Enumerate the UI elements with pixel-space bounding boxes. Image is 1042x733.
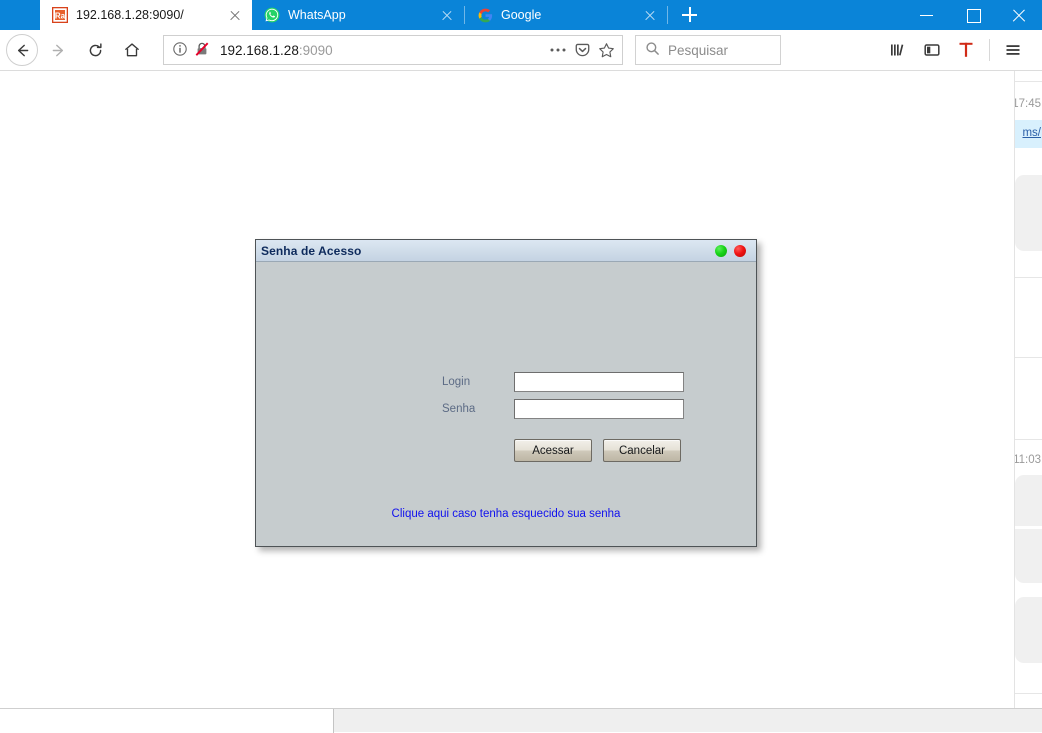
close-icon[interactable] xyxy=(436,4,458,26)
close-icon[interactable] xyxy=(639,4,661,26)
tor-icon[interactable] xyxy=(949,33,983,67)
panel-card xyxy=(1015,597,1042,663)
panel-timestamp: 17:45 xyxy=(1014,98,1041,110)
panel-divider xyxy=(1015,277,1042,278)
tab-whatsapp[interactable]: WhatsApp xyxy=(252,0,464,30)
ellipsis-icon[interactable] xyxy=(546,37,570,63)
login-input[interactable] xyxy=(514,372,684,392)
search-input-placeholder[interactable]: Pesquisar xyxy=(668,43,728,58)
panel-timestamp: 11:03 xyxy=(1014,454,1041,466)
minimize-icon[interactable] xyxy=(904,0,950,30)
senha-label: Senha xyxy=(442,403,514,415)
tab-title: 192.168.1.28:9090/ xyxy=(76,8,214,22)
red-dot-button[interactable] xyxy=(734,245,746,257)
back-arrow-icon[interactable] xyxy=(6,34,38,66)
page-viewport: Senha de Acesso Login Senha Acessar xyxy=(0,71,1014,708)
green-dot-button[interactable] xyxy=(715,245,727,257)
dialog-window-buttons xyxy=(715,245,756,257)
new-tab-button[interactable] xyxy=(668,0,710,30)
radius-app-icon: Ra xyxy=(52,7,68,23)
login-dialog: Senha de Acesso Login Senha Acessar xyxy=(255,239,757,547)
svg-text:Ra: Ra xyxy=(55,11,66,20)
dialog-titlebar: Senha de Acesso xyxy=(256,240,756,262)
whatsapp-icon xyxy=(264,7,280,23)
tabstrip-left-padding xyxy=(0,0,40,30)
home-icon[interactable] xyxy=(115,33,149,67)
tab-google[interactable]: Google xyxy=(465,0,667,30)
forward-arrow-icon xyxy=(41,33,75,67)
search-icon xyxy=(645,41,660,59)
firefox-browser-window: Ra 192.168.1.28:9090/ WhatsApp xyxy=(0,0,1042,732)
info-circle-icon[interactable] xyxy=(172,41,190,59)
panel-card xyxy=(1015,175,1042,251)
dialog-button-row: Acessar Cancelar xyxy=(514,439,681,462)
cancelar-button[interactable]: Cancelar xyxy=(603,439,681,462)
navigation-toolbar: 192.168.1.28:9090 Pesquisar xyxy=(0,30,1042,71)
reload-icon[interactable] xyxy=(78,33,112,67)
senha-row: Senha xyxy=(442,399,684,419)
panel-divider xyxy=(1015,693,1042,694)
panel-card xyxy=(1015,475,1042,583)
login-row: Login xyxy=(442,372,684,392)
google-icon xyxy=(477,7,493,23)
star-icon[interactable] xyxy=(594,37,618,63)
panel-divider xyxy=(1015,357,1042,358)
close-icon[interactable] xyxy=(224,4,246,26)
library-icon[interactable] xyxy=(881,33,915,67)
tab-strip: Ra 192.168.1.28:9090/ WhatsApp xyxy=(0,0,1042,30)
panel-link[interactable]: ms/ xyxy=(1022,127,1041,139)
sidebar-icon[interactable] xyxy=(915,33,949,67)
forgot-password-link[interactable]: Clique aqui caso tenha esquecido sua sen… xyxy=(256,508,756,520)
login-label: Login xyxy=(442,376,514,388)
panel-divider xyxy=(1015,81,1042,82)
url-text: 192.168.1.28:9090 xyxy=(220,43,546,58)
close-window-icon[interactable] xyxy=(996,0,1042,30)
panel-card-gap xyxy=(1015,526,1042,529)
toolbar-right-group xyxy=(881,30,1042,71)
tab-title: Google xyxy=(501,8,629,22)
panel-divider xyxy=(1015,439,1042,440)
tab-radius-app[interactable]: Ra 192.168.1.28:9090/ xyxy=(40,0,252,30)
menu-icon[interactable] xyxy=(996,33,1030,67)
bottom-left-region xyxy=(0,709,334,733)
pocket-icon[interactable] xyxy=(570,37,594,63)
background-window-panel: 17:45 ms/ 11:03 xyxy=(1014,71,1042,708)
maximize-icon[interactable] xyxy=(950,0,996,30)
dialog-body: Login Senha Acessar Cancelar Clique aqui… xyxy=(256,262,756,546)
window-controls xyxy=(904,0,1042,30)
senha-input[interactable] xyxy=(514,399,684,419)
dialog-title: Senha de Acesso xyxy=(256,244,361,258)
search-bar[interactable]: Pesquisar xyxy=(635,35,781,65)
url-port: :9090 xyxy=(299,43,333,58)
bottom-status-strip xyxy=(0,708,1042,732)
insecure-lock-icon[interactable] xyxy=(194,41,212,59)
url-host: 192.168.1.28 xyxy=(220,43,299,58)
acessar-button[interactable]: Acessar xyxy=(514,439,592,462)
address-bar[interactable]: 192.168.1.28:9090 xyxy=(163,35,623,65)
toolbar-divider xyxy=(989,39,990,61)
tab-title: WhatsApp xyxy=(288,8,426,22)
